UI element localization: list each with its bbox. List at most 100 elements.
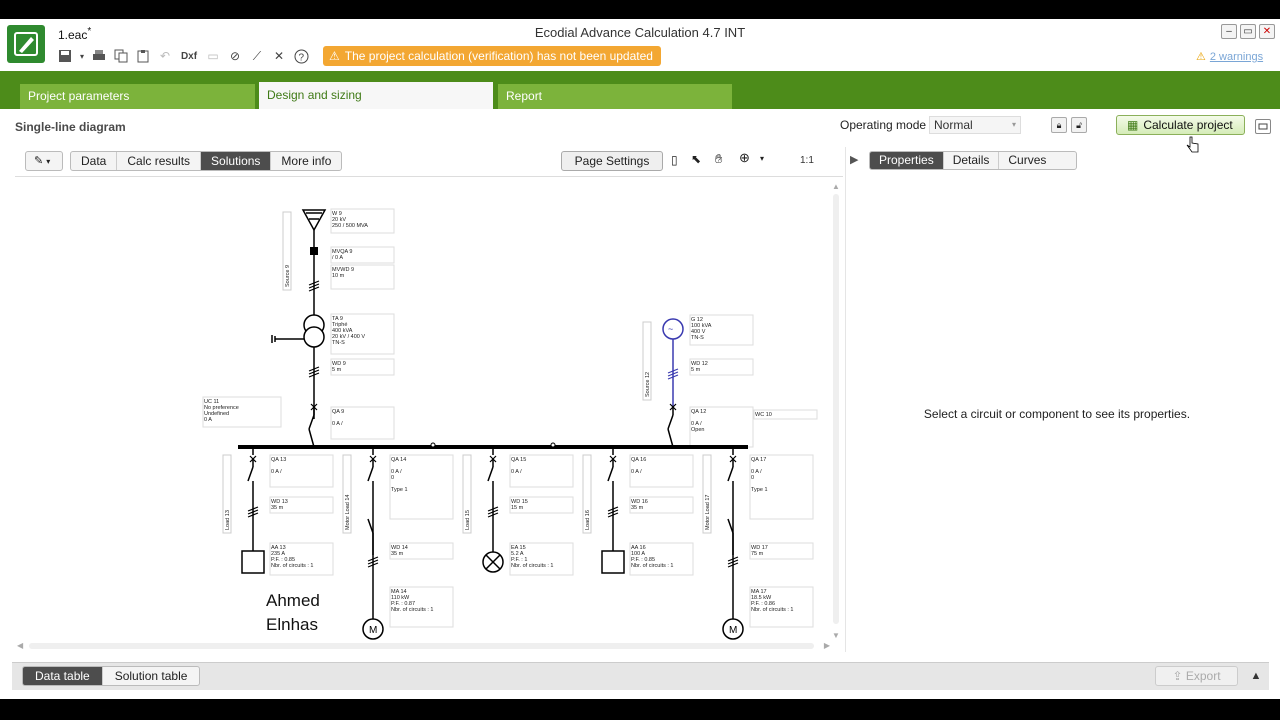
feeder-breaker-blade [727,466,734,482]
feeder-vlabel: Load 16 [585,510,591,530]
diagram-canvas: W 920 kV250 / 500 MVAMVQA 9/ 0 AMVWD 910… [202,208,818,640]
expand-up-button[interactable]: ▲ [1245,666,1267,686]
generator-vlabel: Source 12 [645,372,651,397]
export-button[interactable]: ⇪ Export [1155,666,1238,686]
operating-mode-label: Operating mode [840,118,927,132]
svg-text:?: ? [298,52,304,63]
zoom-icon[interactable]: ⊕ [739,150,750,166]
calculate-project-button[interactable]: ▦ Calculate project [1116,115,1245,135]
tab-solutions[interactable]: Solutions [201,152,272,170]
undo-icon[interactable]: ↶ [156,47,174,65]
mv-switch-label-text: / 0 A [332,255,343,261]
feeder-breaker-label-text: 0 A / [631,469,642,475]
copy-icon[interactable] [112,47,130,65]
mv-switch-icon[interactable] [310,247,318,255]
feeder-breaker-label-text: 0 [391,475,394,481]
dxf-export-button[interactable]: Dxf [178,47,200,65]
operating-mode-select[interactable]: Normal ▾ [929,116,1021,134]
watermark-text: Ahmed Elnhas [266,589,320,637]
tab-project-parameters[interactable]: Project parameters [20,84,255,109]
calculation-warning-banner[interactable]: ⚠ The project calculation (verification)… [323,46,661,66]
source-main-label-text: 250 / 500 MVA [332,223,368,229]
scroll-left-icon[interactable]: ◀ [17,641,23,650]
tools-icon[interactable]: ✕ [270,47,288,65]
feeder-vlabel: Load 13 [225,510,231,530]
tab-data-table[interactable]: Data table [23,667,103,685]
pan-hand-icon[interactable]: ✋︎ [715,151,722,167]
table-tabs: Data table Solution table [22,666,201,686]
curve-icon[interactable]: ⟋ [248,47,266,65]
scroll-down-icon[interactable]: ▼ [832,631,840,640]
horizontal-scrollbar[interactable]: ◀ ▶ [15,640,830,652]
tab-curves[interactable]: Curves [999,152,1076,169]
minimize-button[interactable]: – [1221,24,1237,39]
page-settings-button[interactable]: Page Settings [561,151,663,171]
busbar[interactable] [238,445,748,449]
feeder-breaker-label-text: QA 14 [391,457,406,463]
restore-button[interactable]: ▭ [1240,24,1256,39]
tab-more-info[interactable]: More info [271,152,341,170]
save-dropdown-icon[interactable]: ▾ [78,47,86,65]
tab-calc-results[interactable]: Calc results [117,152,202,170]
transformer-icon[interactable] [303,326,325,348]
tab-data[interactable]: Data [71,152,118,170]
vertical-scrollbar[interactable]: ▲ ▼ [830,180,842,640]
warning-banner-text: The project calculation (verification) h… [344,49,653,63]
vertical-scroll-thumb[interactable] [833,194,839,624]
export-icon: ⇪ [1172,669,1183,683]
motor-load-label-text: Nbr. of circuits : 1 [391,607,434,613]
tab-details[interactable]: Details [944,152,1000,169]
busbar-node [430,442,436,448]
scroll-right-icon[interactable]: ▶ [824,641,830,650]
calculate-project-label: Calculate project [1143,118,1233,132]
transformer-label-text: TN-S [332,340,345,346]
generator-breaker-blade [667,414,674,430]
save-icon[interactable] [56,47,74,65]
feeder-breaker-blade [367,466,374,482]
tab-properties[interactable]: Properties [870,152,944,169]
paste-icon[interactable] [134,47,152,65]
pointer-icon[interactable]: ⬉ [691,152,701,166]
zoom-dropdown-icon[interactable]: ▾ [760,154,764,163]
feeder-breaker-blade [247,466,254,482]
bottom-bar [12,662,1269,690]
properties-empty-message: Select a circuit or component to see its… [923,407,1191,421]
properties-panel [845,147,1269,652]
draw-tool-dropdown[interactable]: ✎ ▾ [25,151,63,171]
main-breaker-label-text: QA 9 [332,409,344,415]
load-label-text: Nbr. of circuits : 1 [631,563,674,569]
main-toolbar: ▾ ↶ Dxf ▭ ⊘ ⟋ ✕ ? [56,47,310,65]
chevron-right-icon[interactable]: ▶ [850,153,858,166]
generator-breaker-label-text: Open [691,427,704,433]
operating-mode-value: Normal [934,118,973,132]
load-icon[interactable] [601,550,625,574]
tab-design-and-sizing[interactable]: Design and sizing [259,82,493,109]
help-icon[interactable]: ? [292,47,310,65]
collapse-panel-button[interactable] [1255,119,1271,134]
generator-symbol: ~ [668,324,673,334]
close-button[interactable]: ✕ [1259,24,1275,39]
warnings-link[interactable]: 2 warnings [1210,51,1263,63]
select-frame-icon[interactable]: ▯ [671,153,678,167]
zoom-scale: 1:1 [800,155,814,166]
main-breaker-wire [308,428,315,448]
unlock-icon[interactable]: 🔓︎ [1071,117,1087,133]
tab-report[interactable]: Report [498,84,732,109]
calculator-icon: ▦ [1127,118,1139,132]
feeder-breaker-label-text: QA 17 [751,457,766,463]
watermark-line-2: Elnhas [266,615,318,634]
window-title: Ecodial Advance Calculation 4.7 INT [534,25,746,40]
feeder-breaker-label-text: QA 13 [271,457,286,463]
selectivity-icon[interactable]: ⊘ [226,47,244,65]
feeder-vlabel: Load 15 [465,510,471,530]
horizontal-scroll-thumb[interactable] [29,643,814,649]
single-line-diagram[interactable]: W 9 20 kV 250 / 500 MVA MVQA 9/ 0 A MVWD 9 10… [15,180,830,640]
tab-solution-table[interactable]: Solution table [103,667,200,685]
print-icon[interactable] [90,47,108,65]
busbar-label-text: WC 10 [755,412,772,418]
scroll-up-icon[interactable]: ▲ [832,182,840,191]
feeder-breaker-label-text: QA 15 [511,457,526,463]
lock-icon[interactable]: 🔒︎ [1051,117,1067,133]
generator-cable-label-text: 5 m [691,367,701,373]
load-icon[interactable] [241,550,265,574]
